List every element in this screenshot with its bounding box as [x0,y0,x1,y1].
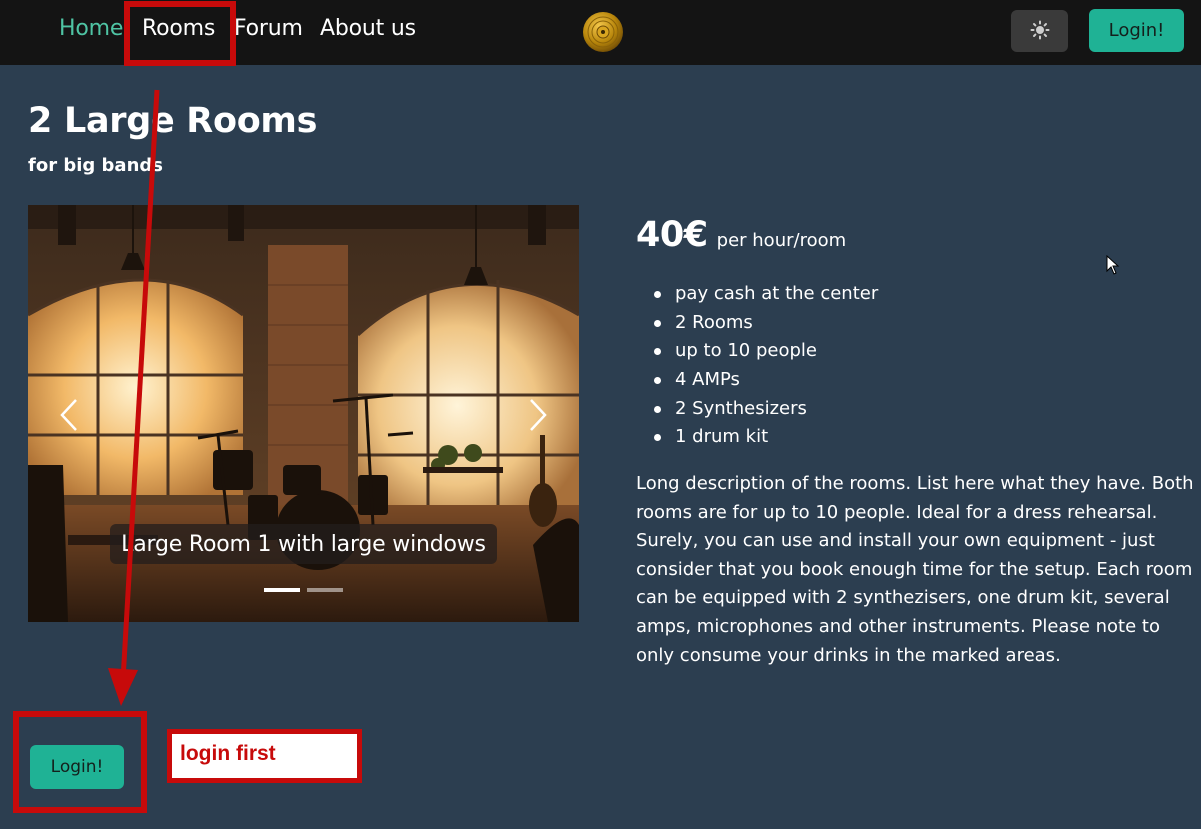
list-item: up to 10 people [654,337,878,366]
mouse-cursor-icon [1106,255,1120,275]
carousel-indicator-1[interactable] [264,588,300,592]
nav-link-about-us[interactable]: About us [320,16,416,41]
room-carousel: Large Room 1 with large windows [28,205,579,622]
room-description: Long description of the rooms. List here… [636,473,1194,666]
sun-icon [1030,20,1050,43]
theme-toggle-button[interactable] [1011,10,1068,52]
carousel-next-button[interactable] [523,395,553,435]
login-highlight-box [13,711,147,813]
login-first-note: login first [180,742,276,765]
list-item: 2 Rooms [654,309,878,338]
chevron-right-icon [530,399,547,431]
price-unit: per hour/room [716,230,847,251]
carousel-prev-button[interactable] [54,395,84,435]
carousel-caption: Large Room 1 with large windows [110,524,497,564]
carousel-indicator-2[interactable] [307,588,343,592]
nav-link-home[interactable]: Home [59,16,123,41]
page-title: 2 Large Rooms [28,101,318,141]
page-subtitle: for big bands [28,155,163,176]
price: 40€ per hour/room [636,215,846,255]
nav-login-button[interactable]: Login! [1089,9,1184,52]
price-amount: 40€ [636,215,708,255]
list-item: 4 AMPs [654,366,878,395]
rooms-highlight-box [124,1,236,66]
vinyl-record-logo[interactable] [582,11,624,53]
nav-link-forum[interactable]: Forum [234,16,303,41]
list-item: pay cash at the center [654,280,878,309]
chevron-left-icon [60,399,77,431]
list-item: 1 drum kit [654,423,878,452]
feature-list: pay cash at the center 2 Rooms up to 10 … [654,280,878,452]
list-item: 2 Synthesizers [654,395,878,424]
